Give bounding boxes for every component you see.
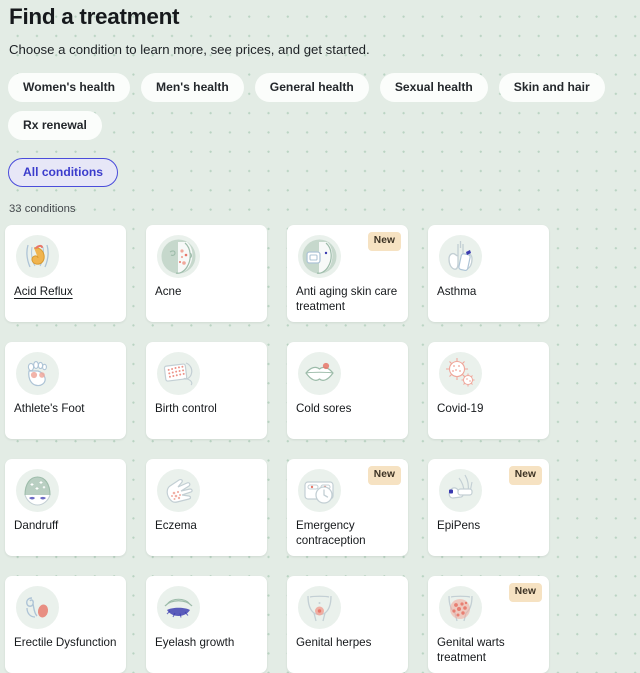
condition-card-acne[interactable]: Acne [146,225,267,323]
condition-card-label: Anti aging skin care treatment [296,285,398,313]
pelvis-warts-icon [439,586,482,630]
filter-pill-general-health[interactable]: General health [254,73,369,103]
filter-pill-rx-renewal[interactable]: Rx renewal [8,111,102,141]
hand-rash-icon [157,469,200,513]
find-a-treatment-page: Find a treatment Choose a condition to l… [0,0,640,673]
virus-icon [439,352,482,396]
condition-card-genital-herpes[interactable]: Genital herpes [287,576,408,673]
condition-card-label: Acid Reflux [14,285,73,299]
epipen-hand-icon [439,469,482,513]
new-badge: New [508,583,542,603]
pill-pack-icon [157,352,200,396]
new-badge: New [508,466,542,486]
condition-card-label: Genital warts treatment [437,636,505,664]
condition-card-label: Asthma [437,285,477,299]
condition-card-label: Dandruff [14,519,59,533]
filter-pill-women-s-health[interactable]: Women's health [8,73,131,103]
condition-card-eczema[interactable]: Eczema [146,459,267,557]
condition-card-grid: Acid Reflux Acne Anti aging skin care trea… [5,225,635,673]
filter-pill-all-conditions[interactable]: All conditions [8,158,118,188]
condition-card-asthma[interactable]: Asthma [428,225,549,323]
condition-card-anti-aging-skin-care-treatment[interactable]: Anti aging skin care treatment New [287,225,408,323]
foot-icon [16,352,59,396]
condition-card-label: Eczema [155,519,197,533]
condition-card-label: Birth control [155,402,217,416]
eyelash-icon [157,586,200,630]
pill-card-clock-icon [298,469,341,513]
filter-pill-skin-and-hair[interactable]: Skin and hair [498,73,605,103]
male-anatomy-icon [16,586,59,630]
condition-card-dandruff[interactable]: Dandruff [5,459,126,557]
condition-card-label: Cold sores [296,402,352,416]
condition-card-birth-control[interactable]: Birth control [146,342,267,440]
page-subtitle: Choose a condition to learn more, see pr… [9,42,370,57]
new-badge: New [367,466,401,486]
page-title: Find a treatment [9,4,180,29]
condition-card-emergency-contraception[interactable]: Emergency contraception New [287,459,408,557]
filter-pill-men-s-health[interactable]: Men's health [141,73,244,103]
condition-card-label: Eyelash growth [155,636,235,650]
condition-card-eyelash-growth[interactable]: Eyelash growth [146,576,267,673]
condition-card-acid-reflux[interactable]: Acid Reflux [5,225,126,323]
face-anti-aging-icon [298,235,341,279]
condition-card-genital-warts-treatment[interactable]: Genital warts treatment New [428,576,549,673]
condition-card-label: Athlete's Foot [14,402,85,416]
condition-card-label: Genital herpes [296,636,372,650]
pelvis-sore-icon [298,586,341,630]
result-count-label: 33 conditions [9,203,76,216]
filter-pill-sexual-health[interactable]: Sexual health [379,73,488,103]
lips-sore-icon [298,352,341,396]
condition-card-label: Covid-19 [437,402,484,416]
lungs-inhaler-icon [439,235,482,279]
category-filter-row: Women's health Men's health General health… [5,59,635,188]
condition-card-label: EpiPens [437,519,481,533]
condition-card-label: Erectile Dysfunction [14,636,117,650]
condition-card-label: Acne [155,285,182,299]
stomach-icon [16,235,59,279]
condition-card-covid-19[interactable]: Covid-19 [428,342,549,440]
new-badge: New [367,232,401,252]
condition-card-cold-sores[interactable]: Cold sores [287,342,408,440]
condition-card-erectile-dysfunction[interactable]: Erectile Dysfunction [5,576,126,673]
face-acne-icon [157,235,200,279]
condition-card-athlete-s-foot[interactable]: Athlete's Foot [5,342,126,440]
head-flakes-icon [16,469,59,513]
condition-card-label: Emergency contraception [296,519,366,547]
condition-card-epipens[interactable]: EpiPens New [428,459,549,557]
